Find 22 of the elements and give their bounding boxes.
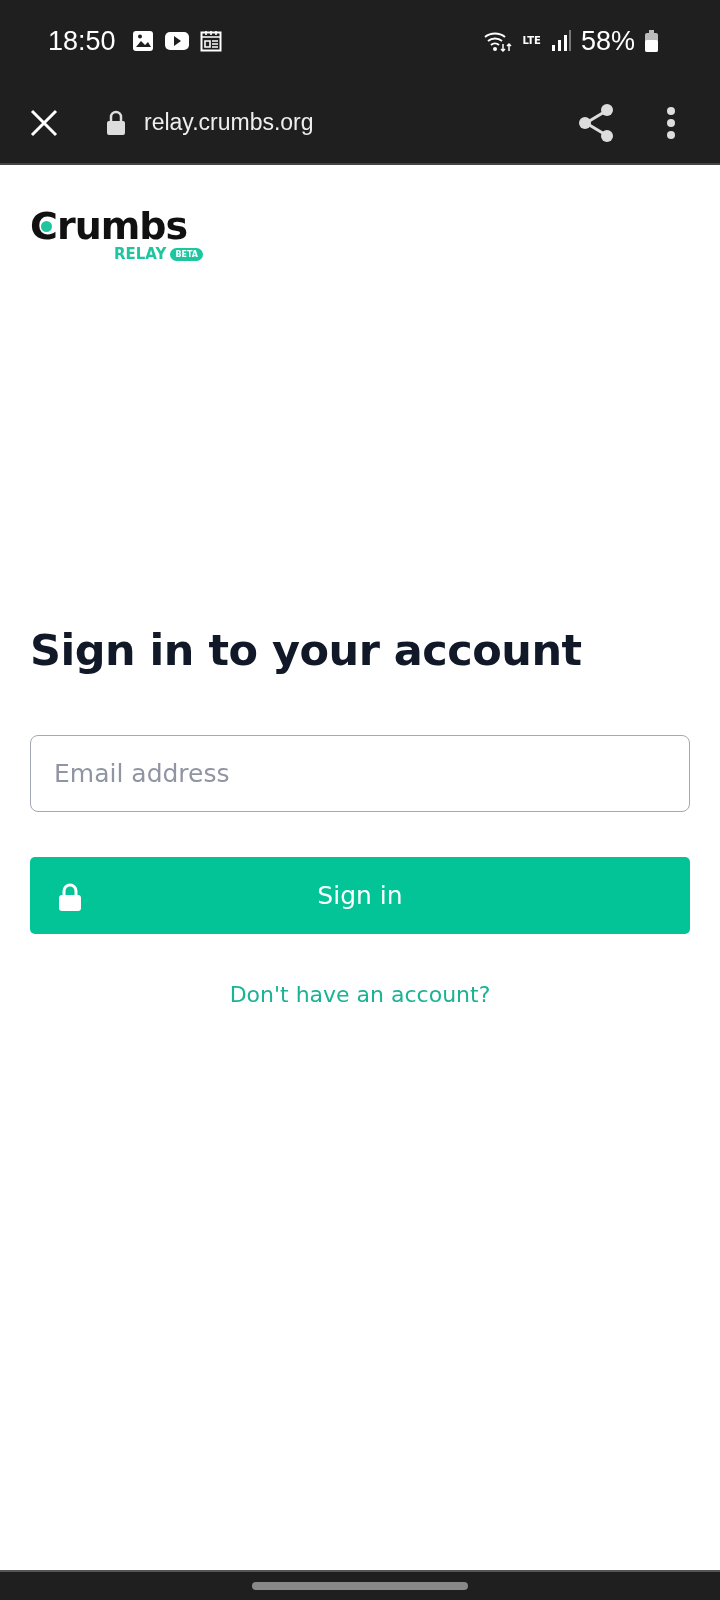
lock-icon <box>106 109 126 136</box>
email-field[interactable]: Email address <box>30 735 690 812</box>
logo-wordmark: Crumbs <box>30 207 188 245</box>
url-text[interactable]: relay.crumbs.org <box>144 109 314 136</box>
gallery-icon <box>131 30 154 52</box>
close-icon[interactable] <box>30 108 58 137</box>
battery-icon <box>645 30 658 52</box>
share-icon[interactable] <box>578 103 614 142</box>
more-icon[interactable] <box>666 106 676 139</box>
lock-icon <box>58 883 82 911</box>
signal-icon <box>550 30 571 52</box>
battery-level: 58% <box>580 25 635 57</box>
home-handle[interactable] <box>252 1582 468 1590</box>
signup-link[interactable]: Don't have an account? <box>229 982 491 1007</box>
clock: 18:50 <box>48 25 116 57</box>
sign-in-button[interactable]: Sign in <box>30 857 690 934</box>
product-name: RELAY <box>114 245 167 263</box>
network-type: LTE <box>522 36 541 46</box>
calendar-icon <box>199 30 222 52</box>
video-icon <box>163 31 190 51</box>
page-heading: Sign in to your account <box>30 625 583 675</box>
beta-badge: BETA <box>170 247 203 261</box>
